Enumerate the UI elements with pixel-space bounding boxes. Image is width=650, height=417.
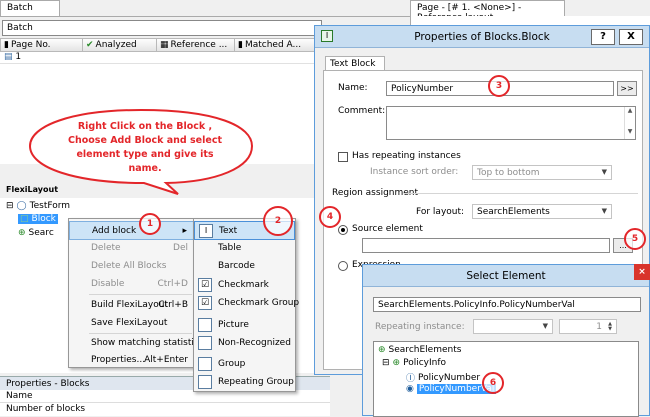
- tab-divider: [0, 16, 410, 17]
- dialog-titlebar[interactable]: I Properties of Blocks.Block ? X: [315, 26, 649, 48]
- batch-selector-value: Batch: [7, 23, 33, 33]
- page-tab[interactable]: Page - [# 1. <None>] - Reference layout: [410, 0, 565, 23]
- expression-radio[interactable]: [338, 261, 348, 271]
- checkmark-group-icon: ☑: [198, 296, 212, 310]
- chevron-down-icon: ▼: [542, 322, 548, 330]
- repeating-instance-select[interactable]: ▼: [473, 319, 553, 334]
- collapse-icon[interactable]: ⊟: [382, 358, 390, 368]
- menu-properties[interactable]: Properties... Alt+Enter: [69, 351, 194, 370]
- block-icon: □: [20, 214, 29, 224]
- add-block-submenu: I Text Table Barcode ☑ Checkmark ☑ Check…: [193, 218, 299, 392]
- tree-node-search[interactable]: ⊕ Searc: [18, 228, 54, 238]
- step-badge-2: 2: [263, 206, 293, 236]
- layout-select[interactable]: SearchElements ▼: [472, 204, 612, 219]
- menu-delete-all[interactable]: Delete All Blocks: [69, 257, 194, 276]
- chevron-down-icon: ▼: [601, 168, 607, 176]
- select-dialog-title: Select Element: [466, 270, 546, 282]
- source-element-label: Source element: [352, 224, 423, 234]
- submenu-non-recognized[interactable]: Non-Recognized: [194, 334, 295, 353]
- search-elements-icon: ⊕: [18, 228, 26, 238]
- help-button[interactable]: ?: [591, 29, 615, 45]
- menu-delete[interactable]: Delete Del: [69, 239, 194, 258]
- context-menu: Add block ▸ Delete Del Delete All Blocks…: [68, 218, 204, 370]
- stepper-icon: ▲ ▼: [608, 321, 612, 332]
- value-element-icon: ◉: [406, 384, 414, 394]
- column-reference[interactable]: ▦ Reference ...: [157, 39, 235, 51]
- select-dialog-titlebar[interactable]: Select Element: [363, 265, 649, 287]
- submenu-table[interactable]: Table: [194, 239, 295, 258]
- comment-scrollbar[interactable]: ▲ ▼: [624, 107, 635, 139]
- sort-icon: ▮: [4, 40, 9, 50]
- menu-disable[interactable]: Disable Ctrl+D: [69, 275, 194, 294]
- comment-field[interactable]: [386, 106, 636, 140]
- tab-text-block[interactable]: Text Block: [325, 56, 385, 71]
- comment-label: Comment:: [338, 106, 386, 116]
- chevron-down-icon: ▼: [601, 207, 607, 215]
- source-element-radio[interactable]: [338, 225, 348, 235]
- name-label: Name:: [338, 83, 368, 93]
- picture-icon: [198, 318, 212, 332]
- name-expand-button[interactable]: >>: [617, 81, 637, 96]
- select-dialog-close-button[interactable]: ×: [634, 264, 650, 280]
- submenu-repeating-group[interactable]: Repeating Group: [194, 373, 295, 392]
- non-recognized-icon: [198, 336, 212, 350]
- repeating-checkbox[interactable]: [338, 152, 348, 162]
- menu-build-flexilayout[interactable]: Build FlexiLayout Ctrl+B: [69, 296, 194, 315]
- submenu-picture[interactable]: Picture: [194, 316, 295, 335]
- column-analyzed[interactable]: ✔ Analyzed: [83, 39, 157, 51]
- group-icon: ⊕: [392, 358, 401, 368]
- submenu-checkmark[interactable]: ☑ Checkmark: [194, 276, 295, 295]
- repeating-instance-label: Repeating instance:: [375, 322, 465, 332]
- form-icon: ◯: [16, 201, 27, 211]
- submenu-group[interactable]: Group: [194, 355, 295, 374]
- tree-item-search-elements[interactable]: ⊕ SearchElements: [378, 345, 461, 355]
- reference-icon: ▦: [160, 40, 169, 50]
- tree-item-policy-info[interactable]: ⊟ ⊕ PolicyInfo: [382, 358, 446, 368]
- search-elements-icon: ⊕: [378, 345, 386, 355]
- repeating-instance-stepper[interactable]: 1 ▲ ▼: [559, 319, 617, 334]
- callout-text: Right Click on the Block , Choose Add Bl…: [68, 121, 222, 174]
- menu-add-block[interactable]: Add block ▸: [69, 221, 194, 240]
- column-page-no[interactable]: ▮ Page No.: [1, 39, 83, 51]
- properties-count-row: Number of blocks: [0, 403, 330, 416]
- sort-order-select[interactable]: Top to bottom ▼: [472, 165, 612, 180]
- sort-order-label: Instance sort order:: [370, 167, 459, 177]
- source-element-field[interactable]: [362, 238, 610, 253]
- step-badge-6: 6: [482, 372, 504, 394]
- repeating-label: Has repeating instances: [352, 151, 461, 161]
- step-badge-5: 5: [624, 228, 646, 250]
- tree-item-policy-number[interactable]: Ⓘ PolicyNumber: [406, 371, 480, 385]
- expand-icon[interactable]: ⊟: [6, 201, 14, 211]
- step-badge-3: 3: [488, 75, 510, 97]
- group-icon: [198, 357, 212, 371]
- element-tree: ⊕ SearchElements ⊟ ⊕ PolicyInfo Ⓘ Policy…: [373, 341, 639, 417]
- submenu-arrow-icon: ▸: [182, 226, 187, 236]
- tree-node-root[interactable]: ⊟ ◯ TestForm: [6, 201, 70, 211]
- region-divider: [404, 193, 638, 194]
- element-path-field[interactable]: SearchElements.PolicyInfo.PolicyNumberVa…: [373, 297, 641, 312]
- text-element-icon: Ⓘ: [406, 374, 416, 384]
- table-row[interactable]: ▤ 1: [0, 52, 330, 64]
- step-badge-1: 1: [139, 213, 161, 235]
- matched-icon: ▮: [238, 40, 243, 50]
- tree-node-block[interactable]: □ Block: [18, 214, 58, 224]
- layout-label: For layout:: [416, 207, 465, 217]
- repeating-group-icon: [198, 375, 212, 389]
- checkmark-icon: ☑: [198, 278, 212, 292]
- grid-header: ▮ Page No. ✔ Analyzed ▦ Reference ... ▮ …: [0, 38, 330, 52]
- checkmark-icon: ✔: [86, 40, 94, 50]
- text-icon: I: [199, 224, 213, 238]
- row-icon: ▤: [4, 52, 13, 62]
- submenu-barcode[interactable]: Barcode: [194, 257, 295, 276]
- menu-separator: [89, 294, 192, 295]
- submenu-checkmark-group[interactable]: ☑ Checkmark Group: [194, 294, 299, 313]
- step-badge-4: 4: [319, 206, 341, 228]
- select-element-dialog: Select Element SearchElements.PolicyInfo…: [362, 264, 650, 417]
- batch-selector[interactable]: Batch: [2, 20, 322, 36]
- close-button[interactable]: X: [619, 29, 643, 45]
- batch-tab[interactable]: Batch: [0, 0, 60, 16]
- menu-save-flexilayout[interactable]: Save FlexiLayout: [69, 314, 194, 333]
